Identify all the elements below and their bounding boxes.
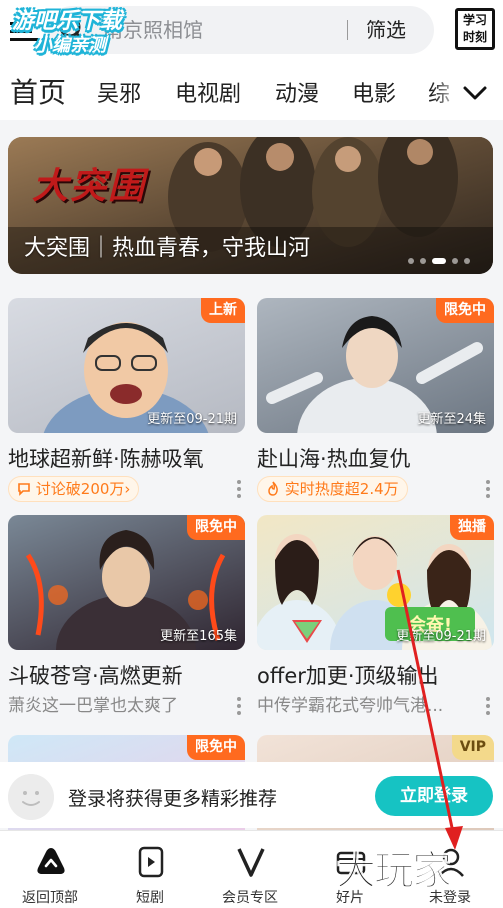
top-header: 南京照相馆 筛选 学习 时刻 游吧乐下载 小编亲测 首页 吴邪 电视剧 动漫 电… — [0, 0, 503, 120]
video-card[interactable]: 限免中 — [8, 735, 245, 870]
video-card[interactable]: 上新 更新至09-21期 地球超新鲜·陈赫吸氧 讨论破200万› — [8, 298, 245, 508]
episode-info: 更新至09-21期 — [396, 629, 486, 644]
tab-anime[interactable]: 动漫 — [275, 76, 319, 108]
status-badge: 上新 — [201, 298, 245, 323]
pagination-dot — [464, 257, 470, 264]
nav-vip-zone[interactable]: 会员专区 — [200, 831, 300, 908]
nav-label: 会员专区 — [222, 890, 278, 906]
search-row: 南京照相馆 筛选 学习 时刻 游吧乐下载 小编亲测 — [0, 0, 503, 62]
episode-info: 更新至09-21期 — [147, 412, 237, 427]
video-title: offer加更·顶级输出 — [257, 664, 439, 688]
video-card[interactable]: 限免中 更新至165集 斗破苍穹·高燃更新 萧炎这一巴掌也太爽了 — [8, 515, 245, 725]
hot-tag: 实时热度超2.4万 — [257, 476, 408, 502]
chat-bubble-icon — [18, 483, 30, 496]
episode-info: 更新至24集 — [417, 412, 486, 427]
pagination-dot — [452, 257, 458, 264]
tab-wuxie[interactable]: 吴邪 — [97, 76, 141, 108]
tab-tv-series[interactable]: 电视剧 — [175, 76, 241, 108]
study-time-icon[interactable]: 学习 时刻 — [455, 8, 495, 50]
nav-label: 短剧 — [136, 890, 164, 906]
video-thumbnail[interactable]: 会奋! 独播 更新至09-21期 — [257, 515, 494, 650]
hot-tag: 讨论破200万› — [8, 476, 140, 502]
more-options-icon[interactable] — [486, 478, 492, 498]
video-thumbnail[interactable]: 上新 更新至09-21期 — [8, 298, 245, 433]
channel-tabs: 首页 吴邪 电视剧 动漫 电影 综 — [0, 68, 503, 120]
video-thumbnail[interactable]: 限免中 更新至165集 — [8, 515, 245, 650]
video-subtitle: 萧炎这一巴掌也太爽了 — [8, 696, 178, 716]
hero-banner[interactable]: 大突围 大突围｜热血青春，守我山河 — [8, 137, 493, 274]
login-prompt-text: 登录将获得更多精彩推荐 — [68, 788, 278, 810]
video-title: 赴山海·热血复仇 — [257, 447, 411, 471]
video-tag: 实时热度超2.4万 — [257, 476, 408, 502]
vip-v-icon — [237, 848, 265, 877]
brand-watermark: 大玩家 — [336, 848, 453, 895]
status-badge: 限免中 — [187, 735, 245, 760]
tab-movies[interactable]: 电影 — [352, 76, 396, 108]
video-tag: 讨论破200万› — [8, 476, 140, 502]
video-thumbnail[interactable]: 限免中 更新至24集 — [257, 298, 494, 433]
avatar-icon — [8, 774, 54, 820]
nav-short-drama[interactable]: 短剧 — [100, 831, 200, 908]
nav-label: 返回顶部 — [22, 890, 78, 906]
chevron-down-icon[interactable] — [462, 83, 488, 103]
pagination-dot — [420, 257, 426, 264]
login-prompt-bar: 登录将获得更多精彩推荐 立即登录 — [0, 762, 503, 828]
home-top-icon — [37, 848, 65, 874]
video-card[interactable]: 会奋! 独播 更新至09-21期 offer加更·顶级输出 中传学霸花式夸帅气港… — [257, 515, 494, 725]
episode-info: 更新至165集 — [160, 629, 237, 644]
more-options-icon[interactable] — [237, 478, 243, 498]
study-icon-text-1: 学习 — [462, 13, 487, 27]
video-subtitle: 中传学霸花式夸帅气港... — [257, 696, 444, 716]
nav-back-to-top[interactable]: 返回顶部 — [0, 831, 100, 908]
banner-logo: 大突围 — [32, 166, 147, 207]
search-divider — [347, 20, 348, 40]
search-icon[interactable] — [58, 15, 88, 45]
flame-icon — [268, 481, 278, 496]
login-now-button[interactable]: 立即登录 — [375, 776, 493, 816]
banner-caption: 大突围｜热血青春，守我山河 — [24, 236, 311, 261]
video-card[interactable]: VIP — [257, 735, 494, 870]
filter-button[interactable]: 筛选 — [366, 14, 406, 43]
vip-badge: VIP — [451, 735, 494, 760]
video-title: 斗破苍穹·高燃更新 — [8, 664, 183, 688]
pagination-dot — [408, 257, 414, 264]
search-placeholder[interactable]: 南京照相馆 — [103, 14, 203, 43]
tag-text: 实时热度超2.4万 — [284, 480, 399, 498]
tab-home[interactable]: 首页 — [10, 71, 66, 111]
pagination-dot-active — [432, 257, 446, 264]
status-badge: 限免中 — [436, 298, 494, 323]
video-title: 地球超新鲜·陈赫吸氧 — [8, 447, 204, 471]
app-screen: 南京照相馆 筛选 学习 时刻 游吧乐下载 小编亲测 首页 吴邪 电视剧 动漫 电… — [0, 0, 503, 908]
tag-arrow: › — [124, 480, 131, 498]
tag-text: 讨论破200万 — [35, 480, 125, 498]
more-options-icon[interactable] — [237, 695, 243, 715]
more-options-icon[interactable] — [486, 695, 492, 715]
short-drama-icon — [138, 846, 164, 878]
status-badge: 独播 — [450, 515, 494, 540]
banner-pagination[interactable] — [408, 250, 476, 264]
study-icon-text-2: 时刻 — [462, 30, 487, 44]
status-badge: 限免中 — [187, 515, 245, 540]
menu-icon[interactable] — [10, 20, 40, 42]
video-card[interactable]: 限免中 更新至24集 赴山海·热血复仇 实时热度超2.4万 — [257, 298, 494, 508]
